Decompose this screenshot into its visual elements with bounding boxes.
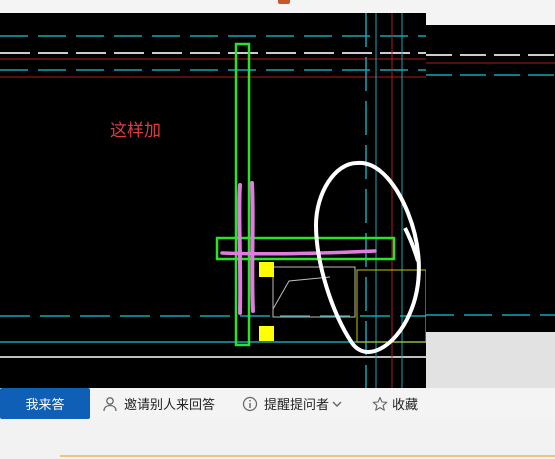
top-strip xyxy=(0,0,555,13)
star-icon xyxy=(372,396,388,412)
cad-drawing-right-panel xyxy=(426,25,555,332)
yellow-square xyxy=(259,262,274,277)
green-horizontal-rect xyxy=(215,236,396,261)
answer-button[interactable]: 我来答 xyxy=(0,388,90,419)
pink-stroke xyxy=(237,183,243,315)
favorite-label: 收藏 xyxy=(392,398,419,413)
favorite-action[interactable]: 收藏 xyxy=(372,388,418,419)
detail-rect xyxy=(272,266,356,318)
gray-placeholder xyxy=(426,332,555,388)
cad-drawing-right xyxy=(426,54,555,316)
detail-line xyxy=(272,276,331,310)
remind-label: 提醒提问者 xyxy=(264,398,330,413)
info-icon xyxy=(242,396,258,412)
yellow-square xyxy=(259,326,274,341)
bottom-strip xyxy=(0,420,555,459)
chevron-down-icon xyxy=(331,398,343,410)
invite-action[interactable]: 邀请别人来回答 xyxy=(102,388,215,419)
remind-action[interactable]: 提醒提问者 xyxy=(242,388,343,419)
answer-action-bar: 我来答 邀请别人来回答 提醒提问者 收藏 xyxy=(0,388,555,420)
annotation-text: 这样加 xyxy=(110,121,161,141)
person-icon xyxy=(102,396,118,412)
pink-stroke xyxy=(220,249,377,256)
top-indicator xyxy=(278,0,290,4)
invite-label: 邀请别人来回答 xyxy=(124,398,216,413)
white-circle-annotation xyxy=(313,160,421,354)
cad-drawing-canvas: 这样加 xyxy=(0,13,426,388)
bottom-accent-line xyxy=(60,455,555,457)
pink-stroke xyxy=(250,181,255,313)
cad-drawing xyxy=(0,13,426,388)
